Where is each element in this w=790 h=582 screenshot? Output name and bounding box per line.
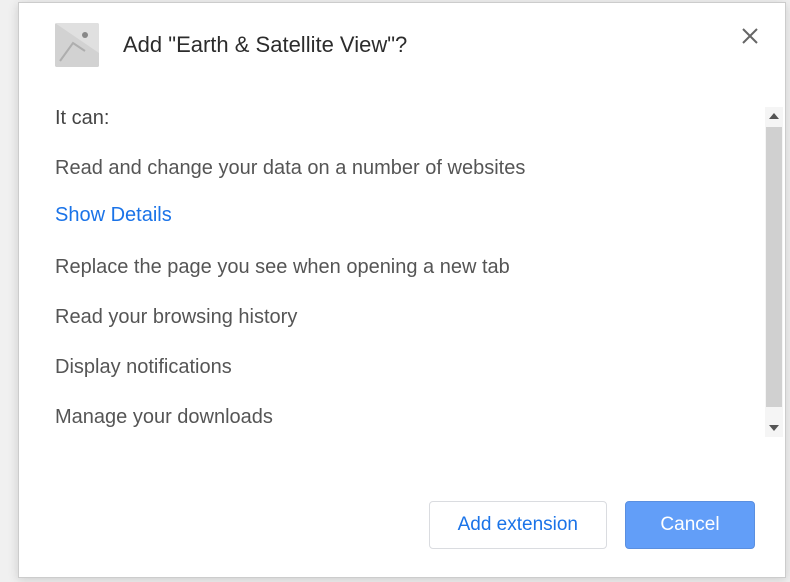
- permission-item: Manage your downloads: [55, 403, 749, 431]
- chevron-down-icon: [769, 425, 779, 431]
- extension-icon: [55, 23, 99, 67]
- permission-item: Replace the page you see when opening a …: [55, 253, 749, 281]
- permission-item: Read your browsing history: [55, 303, 749, 331]
- cancel-button[interactable]: Cancel: [625, 501, 755, 549]
- close-icon: [741, 27, 759, 45]
- scrollbar-arrow-down[interactable]: [765, 419, 783, 437]
- dialog-footer: Add extension Cancel: [19, 473, 785, 577]
- extension-install-dialog: Add "Earth & Satellite View"? It can: Re…: [18, 2, 786, 578]
- scrollbar-arrow-up[interactable]: [765, 107, 783, 125]
- permissions-intro: It can:: [55, 107, 749, 130]
- show-details-link[interactable]: Show Details: [55, 204, 749, 227]
- dialog-body: It can: Read and change your data on a n…: [19, 107, 785, 437]
- close-button[interactable]: [735, 21, 765, 51]
- permission-item: Display notifications: [55, 353, 749, 381]
- chevron-up-icon: [769, 113, 779, 119]
- add-extension-button[interactable]: Add extension: [429, 501, 607, 549]
- dialog-header: Add "Earth & Satellite View"?: [19, 3, 785, 77]
- dialog-body-wrapper: It can: Read and change your data on a n…: [19, 107, 785, 437]
- scrollbar-thumb[interactable]: [766, 127, 782, 407]
- permission-item: Read and change your data on a number of…: [55, 154, 749, 182]
- dialog-title: Add "Earth & Satellite View"?: [123, 32, 407, 58]
